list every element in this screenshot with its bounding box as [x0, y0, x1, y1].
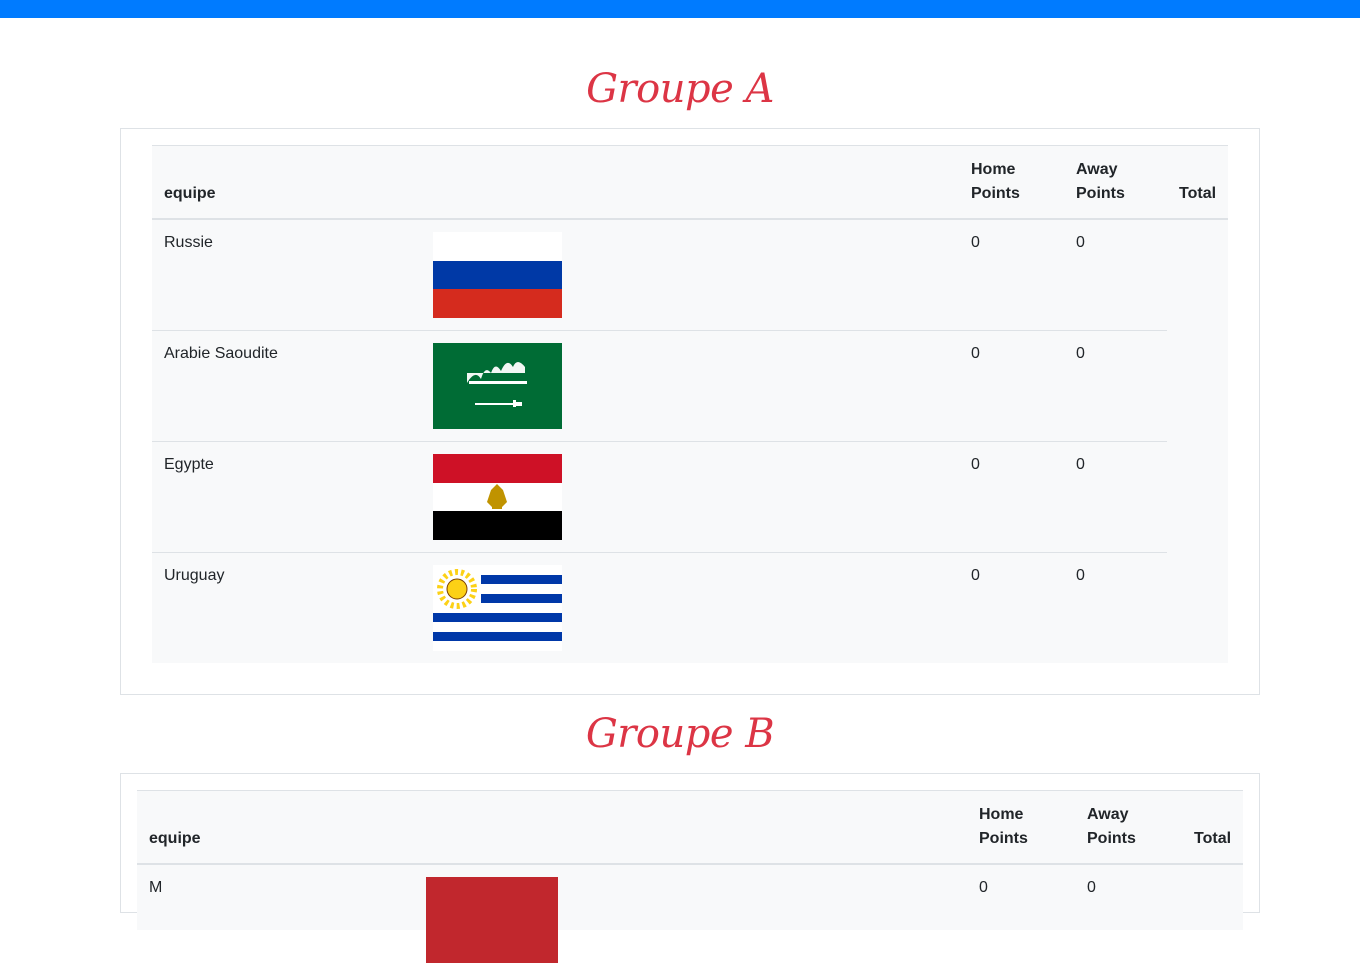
- group-a-table: equipe Home Points Away Points Total Rus…: [152, 145, 1228, 663]
- header-equipe: equipe: [149, 830, 201, 847]
- table-header: equipe Home Points Away Points Total: [152, 146, 1228, 220]
- away-points: 0: [1076, 456, 1085, 473]
- home-points: 0: [971, 567, 980, 584]
- away-points: 0: [1087, 879, 1096, 896]
- uruguay-flag-icon: [433, 565, 562, 651]
- header-equipe: equipe: [164, 185, 216, 202]
- header-total: Total: [1194, 830, 1232, 847]
- egypt-flag-icon: [433, 454, 562, 540]
- header-total: Total: [1179, 185, 1217, 202]
- table-header: equipe Home Points Away Points Total: [137, 791, 1243, 865]
- team-name: Russie: [164, 234, 213, 251]
- flag-icon: [426, 877, 558, 963]
- table-row: Uruguay 0 0: [152, 553, 1228, 664]
- group-b-title: Groupe B: [585, 711, 775, 757]
- header-away-points: Away Points: [1076, 161, 1125, 202]
- home-points: 0: [971, 345, 980, 362]
- home-points: 0: [971, 456, 980, 473]
- table-row: Arabie Saoudite 0 0: [152, 331, 1228, 442]
- table-row: Russie 0 0: [152, 220, 1228, 331]
- away-points: 0: [1076, 234, 1085, 251]
- group-b-card: equipe Home Points Away Points Total M 0…: [120, 773, 1260, 963]
- top-navbar: [0, 0, 1360, 18]
- header-home-points: Home Points: [979, 806, 1028, 847]
- team-name: M: [149, 879, 163, 896]
- team-name: Uruguay: [164, 567, 225, 584]
- away-points: 0: [1076, 345, 1085, 362]
- group-a-title: Groupe A: [586, 66, 774, 112]
- home-points: 0: [971, 234, 980, 251]
- away-points: 0: [1076, 567, 1085, 584]
- russia-flag-icon: [433, 232, 562, 318]
- header-away-points: Away Points: [1087, 806, 1136, 847]
- group-b-table: equipe Home Points Away Points Total M 0…: [137, 790, 1243, 963]
- home-points: 0: [979, 879, 988, 896]
- team-name: Egypte: [164, 456, 214, 473]
- group-a-card: equipe Home Points Away Points Total Rus…: [120, 128, 1260, 695]
- table-row: Egypte 0 0: [152, 442, 1228, 553]
- header-home-points: Home Points: [971, 161, 1020, 202]
- saudi-arabia-flag-icon: [433, 343, 562, 429]
- team-name: Arabie Saoudite: [164, 345, 278, 362]
